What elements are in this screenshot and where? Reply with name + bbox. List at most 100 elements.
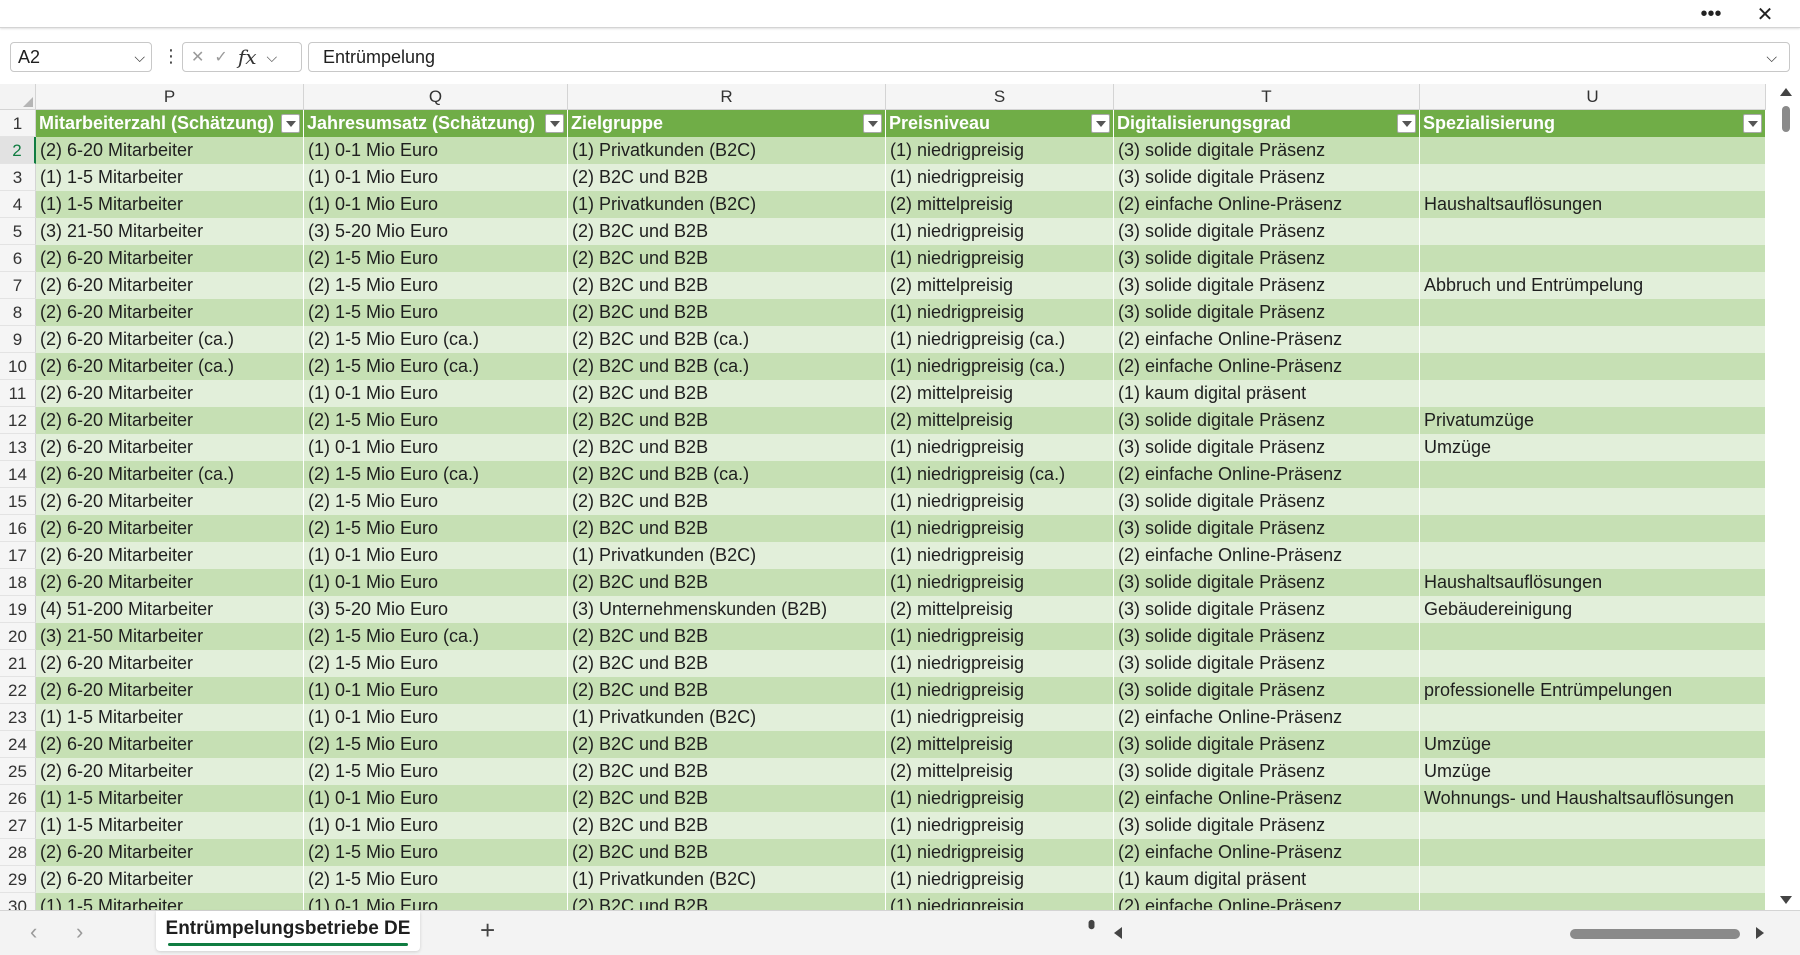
table-cell[interactable]: (3) solide digitale Präsenz: [1114, 758, 1420, 785]
table-cell[interactable]: [1420, 704, 1766, 731]
table-cell[interactable]: (1) niedrigpreisig: [886, 488, 1114, 515]
table-cell[interactable]: [1420, 515, 1766, 542]
table-cell[interactable]: (3) solide digitale Präsenz: [1114, 623, 1420, 650]
table-cell[interactable]: professionelle Entrümpelungen: [1420, 677, 1766, 704]
table-header-cell[interactable]: Spezialisierung: [1420, 110, 1766, 137]
table-cell[interactable]: (1) niedrigpreisig: [886, 839, 1114, 866]
row-header[interactable]: 6: [0, 245, 36, 272]
table-cell[interactable]: (2) mittelpreisig: [886, 272, 1114, 299]
table-cell[interactable]: [1420, 164, 1766, 191]
table-header-cell[interactable]: Preisniveau: [886, 110, 1114, 137]
add-sheet-button[interactable]: +: [480, 915, 495, 946]
table-cell[interactable]: (1) niedrigpreisig (ca.): [886, 461, 1114, 488]
table-cell[interactable]: (2) 6-20 Mitarbeiter: [36, 434, 304, 461]
table-cell[interactable]: (2) B2C und B2B: [568, 758, 886, 785]
table-cell[interactable]: (2) B2C und B2B (ca.): [568, 353, 886, 380]
filter-dropdown-icon[interactable]: [1397, 114, 1416, 133]
table-cell[interactable]: (1) 1-5 Mitarbeiter: [36, 893, 304, 910]
table-cell[interactable]: (1) niedrigpreisig: [886, 515, 1114, 542]
row-header[interactable]: 5: [0, 218, 36, 245]
table-cell[interactable]: (1) niedrigpreisig: [886, 812, 1114, 839]
table-cell[interactable]: (2) B2C und B2B: [568, 812, 886, 839]
table-cell[interactable]: (1) 0-1 Mio Euro: [304, 812, 568, 839]
table-cell[interactable]: (1) Privatkunden (B2C): [568, 704, 886, 731]
table-cell[interactable]: (3) solide digitale Präsenz: [1114, 434, 1420, 461]
table-cell[interactable]: (1) 0-1 Mio Euro: [304, 893, 568, 910]
row-header[interactable]: 17: [0, 542, 36, 569]
table-cell[interactable]: (2) B2C und B2B: [568, 569, 886, 596]
table-cell[interactable]: (2) 1-5 Mio Euro: [304, 650, 568, 677]
worksheet-grid[interactable]: P Q R S T U 1 Mitarbeiterzahl (Schätzung) Jahres…: [0, 84, 1772, 910]
table-cell[interactable]: (2) 1-5 Mio Euro (ca.): [304, 623, 568, 650]
table-cell[interactable]: (1) niedrigpreisig: [886, 218, 1114, 245]
table-cell[interactable]: (2) 6-20 Mitarbeiter: [36, 758, 304, 785]
table-cell[interactable]: (2) B2C und B2B: [568, 164, 886, 191]
table-cell[interactable]: (2) B2C und B2B: [568, 623, 886, 650]
table-cell[interactable]: (1) niedrigpreisig: [886, 704, 1114, 731]
scroll-right-icon[interactable]: [1756, 927, 1764, 939]
table-cell[interactable]: (2) B2C und B2B: [568, 677, 886, 704]
table-cell[interactable]: (1) kaum digital präsent: [1114, 866, 1420, 893]
table-cell[interactable]: (2) 1-5 Mio Euro (ca.): [304, 461, 568, 488]
table-cell[interactable]: (1) 0-1 Mio Euro: [304, 434, 568, 461]
table-cell[interactable]: (1) niedrigpreisig (ca.): [886, 353, 1114, 380]
table-cell[interactable]: (3) solide digitale Präsenz: [1114, 596, 1420, 623]
chevron-down-icon[interactable]: ⌵: [267, 49, 278, 66]
row-header[interactable]: 4: [0, 191, 36, 218]
table-cell[interactable]: [1420, 488, 1766, 515]
table-header-cell[interactable]: Digitalisierungsgrad: [1114, 110, 1420, 137]
table-cell[interactable]: (3) 21-50 Mitarbeiter: [36, 623, 304, 650]
chevron-down-icon[interactable]: ⌵: [134, 43, 145, 71]
table-cell[interactable]: [1420, 461, 1766, 488]
row-header[interactable]: 10: [0, 353, 36, 380]
row-header[interactable]: 9: [0, 326, 36, 353]
table-cell[interactable]: (2) 6-20 Mitarbeiter: [36, 245, 304, 272]
table-cell[interactable]: (3) 5-20 Mio Euro: [304, 218, 568, 245]
table-cell[interactable]: (1) niedrigpreisig: [886, 542, 1114, 569]
table-cell[interactable]: (2) 6-20 Mitarbeiter: [36, 488, 304, 515]
table-cell[interactable]: Wohnungs- und Haushaltsauflösungen: [1420, 785, 1766, 812]
table-cell[interactable]: Gebäudereinigung: [1420, 596, 1766, 623]
table-cell[interactable]: (1) niedrigpreisig: [886, 299, 1114, 326]
table-cell[interactable]: (1) 0-1 Mio Euro: [304, 704, 568, 731]
table-cell[interactable]: (3) solide digitale Präsenz: [1114, 650, 1420, 677]
table-cell[interactable]: (1) Privatkunden (B2C): [568, 191, 886, 218]
row-header[interactable]: 3: [0, 164, 36, 191]
table-cell[interactable]: [1420, 326, 1766, 353]
table-cell[interactable]: (2) 1-5 Mio Euro: [304, 245, 568, 272]
table-cell[interactable]: (2) einfache Online-Präsenz: [1114, 785, 1420, 812]
table-header-cell[interactable]: Mitarbeiterzahl (Schätzung): [36, 110, 304, 137]
table-cell[interactable]: (3) solide digitale Präsenz: [1114, 515, 1420, 542]
filter-dropdown-icon[interactable]: [281, 114, 300, 133]
table-cell[interactable]: (1) niedrigpreisig: [886, 785, 1114, 812]
scroll-left-icon[interactable]: [1114, 927, 1122, 939]
name-box[interactable]: A2 ⌵: [10, 42, 152, 72]
table-cell[interactable]: (2) B2C und B2B: [568, 380, 886, 407]
table-cell[interactable]: (2) B2C und B2B (ca.): [568, 326, 886, 353]
table-cell[interactable]: Umzüge: [1420, 731, 1766, 758]
close-icon[interactable]: ✕: [1742, 0, 1788, 28]
scroll-up-icon[interactable]: [1780, 88, 1792, 96]
table-cell[interactable]: (1) niedrigpreisig: [886, 245, 1114, 272]
table-cell[interactable]: (2) mittelpreisig: [886, 191, 1114, 218]
row-header[interactable]: 28: [0, 839, 36, 866]
table-cell[interactable]: Umzüge: [1420, 758, 1766, 785]
table-cell[interactable]: (2) 1-5 Mio Euro: [304, 272, 568, 299]
table-cell[interactable]: [1420, 623, 1766, 650]
table-cell[interactable]: (3) solide digitale Präsenz: [1114, 731, 1420, 758]
table-cell[interactable]: [1420, 353, 1766, 380]
row-header[interactable]: 1: [0, 110, 36, 137]
table-cell[interactable]: (3) solide digitale Präsenz: [1114, 299, 1420, 326]
table-cell[interactable]: (2) 6-20 Mitarbeiter: [36, 299, 304, 326]
row-header[interactable]: 22: [0, 677, 36, 704]
table-cell[interactable]: (1) 0-1 Mio Euro: [304, 569, 568, 596]
table-cell[interactable]: (2) 1-5 Mio Euro: [304, 515, 568, 542]
table-cell[interactable]: [1420, 839, 1766, 866]
table-cell[interactable]: [1420, 380, 1766, 407]
table-cell[interactable]: (1) kaum digital präsent: [1114, 380, 1420, 407]
table-cell[interactable]: (1) Privatkunden (B2C): [568, 542, 886, 569]
table-cell[interactable]: (2) 6-20 Mitarbeiter: [36, 407, 304, 434]
table-cell[interactable]: (2) 6-20 Mitarbeiter: [36, 569, 304, 596]
table-cell[interactable]: [1420, 245, 1766, 272]
table-cell[interactable]: (3) 5-20 Mio Euro: [304, 596, 568, 623]
